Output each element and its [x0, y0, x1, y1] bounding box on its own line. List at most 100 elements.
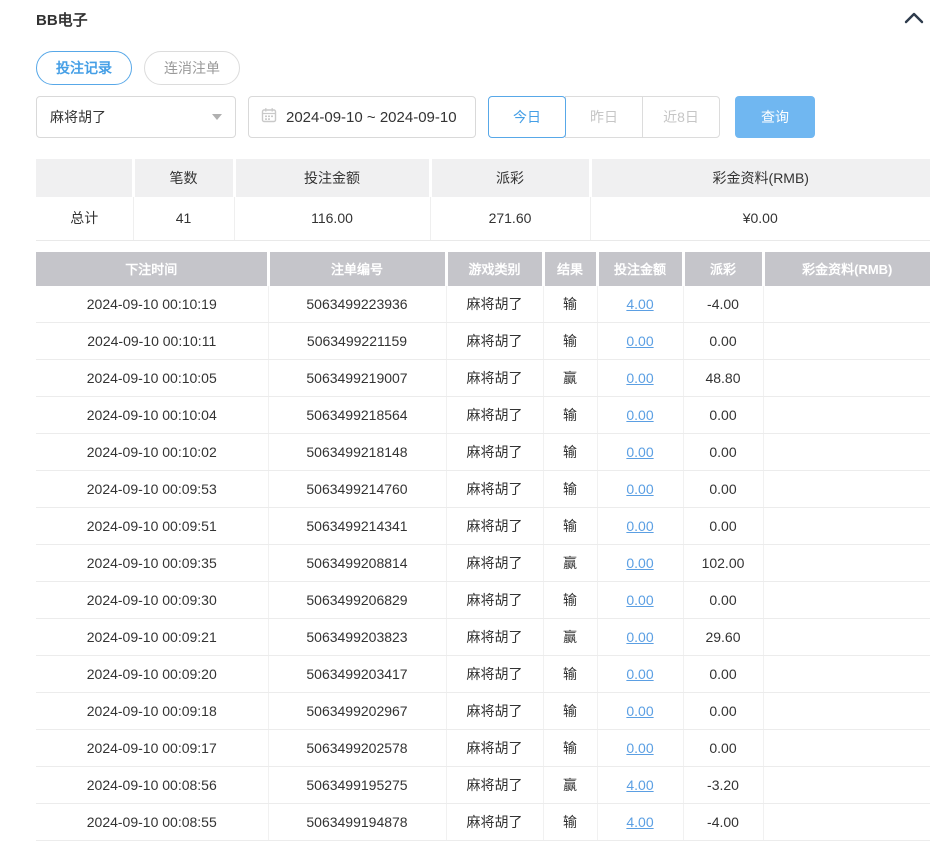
- bet-time-cell: 2024-09-10 00:08:56: [36, 767, 268, 804]
- summary-header-row: 笔数投注金额派彩彩金资料(RMB): [36, 159, 930, 197]
- bet-time-cell: 2024-09-10 00:08:55: [36, 804, 268, 841]
- quick-today-button[interactable]: 今日: [488, 96, 566, 138]
- result-cell: 输: [543, 693, 597, 730]
- detail-header-cell: 彩金资料(RMB): [763, 252, 930, 286]
- payout-cell: -3.20: [683, 767, 763, 804]
- table-row: 2024-09-10 00:09:18 5063499202967 麻将胡了 输…: [36, 693, 930, 730]
- collapse-panel-button[interactable]: [904, 12, 924, 27]
- bet-amount-cell: 0.00: [597, 360, 683, 397]
- result-cell: 赢: [543, 360, 597, 397]
- detail-header-row: 下注时间注单编号游戏类别结果投注金额派彩彩金资料(RMB): [36, 252, 930, 286]
- game-type-cell: 麻将胡了: [446, 656, 543, 693]
- table-row: 2024-09-10 00:10:04 5063499218564 麻将胡了 输…: [36, 397, 930, 434]
- result-cell: 输: [543, 804, 597, 841]
- game-type-cell: 麻将胡了: [446, 582, 543, 619]
- detail-header-cell: 注单编号: [268, 252, 446, 286]
- bet-time-cell: 2024-09-10 00:10:02: [36, 434, 268, 471]
- panel-header: BB电子: [36, 6, 930, 32]
- bonus-cell: [763, 582, 930, 619]
- tab-cancelled-orders[interactable]: 连消注单: [144, 51, 240, 85]
- game-select[interactable]: 麻将胡了: [36, 96, 236, 138]
- bonus-cell: [763, 286, 930, 323]
- date-range-input[interactable]: 2024-09-10 ~ 2024-09-10: [248, 96, 476, 138]
- bet-amount-link[interactable]: 0.00: [626, 444, 653, 460]
- summary-payout-cell: 271.60: [430, 197, 590, 240]
- bet-amount-cell: 4.00: [597, 286, 683, 323]
- game-type-cell: 麻将胡了: [446, 693, 543, 730]
- bonus-cell: [763, 471, 930, 508]
- bet-amount-cell: 0.00: [597, 508, 683, 545]
- result-cell: 赢: [543, 545, 597, 582]
- bet-amount-link[interactable]: 4.00: [626, 777, 653, 793]
- bonus-cell: [763, 656, 930, 693]
- order-id-cell: 5063499195275: [268, 767, 446, 804]
- search-button[interactable]: 查询: [735, 96, 815, 138]
- bet-time-cell: 2024-09-10 00:09:18: [36, 693, 268, 730]
- bet-amount-link[interactable]: 0.00: [626, 592, 653, 608]
- bet-amount-cell: 0.00: [597, 545, 683, 582]
- order-id-cell: 5063499203417: [268, 656, 446, 693]
- bonus-cell: [763, 397, 930, 434]
- detail-header-cell: 投注金额: [597, 252, 683, 286]
- bet-amount-link[interactable]: 0.00: [626, 666, 653, 682]
- order-id-cell: 5063499202578: [268, 730, 446, 767]
- order-id-cell: 5063499194878: [268, 804, 446, 841]
- bonus-cell: [763, 619, 930, 656]
- table-row: 2024-09-10 00:09:51 5063499214341 麻将胡了 输…: [36, 508, 930, 545]
- order-id-cell: 5063499203823: [268, 619, 446, 656]
- game-select-value: 麻将胡了: [50, 107, 106, 127]
- payout-cell: 0.00: [683, 471, 763, 508]
- calendar-icon: [261, 107, 277, 127]
- table-row: 2024-09-10 00:09:30 5063499206829 麻将胡了 输…: [36, 582, 930, 619]
- bet-amount-cell: 0.00: [597, 397, 683, 434]
- summary-count-cell: 41: [133, 197, 234, 240]
- table-row: 2024-09-10 00:09:21 5063499203823 麻将胡了 赢…: [36, 619, 930, 656]
- tab-bet-records[interactable]: 投注记录: [36, 51, 132, 85]
- summary-bonus-cell: ¥0.00: [590, 197, 930, 240]
- bet-amount-link[interactable]: 0.00: [626, 481, 653, 497]
- bet-amount-cell: 0.00: [597, 693, 683, 730]
- result-cell: 输: [543, 508, 597, 545]
- bet-amount-link[interactable]: 0.00: [626, 370, 653, 386]
- bet-amount-link[interactable]: 0.00: [626, 333, 653, 349]
- bonus-cell: [763, 693, 930, 730]
- game-type-cell: 麻将胡了: [446, 397, 543, 434]
- order-id-cell: 5063499218564: [268, 397, 446, 434]
- payout-cell: 48.80: [683, 360, 763, 397]
- bet-time-cell: 2024-09-10 00:09:53: [36, 471, 268, 508]
- summary-total-row: 总计 41 116.00 271.60 ¥0.00: [36, 197, 930, 240]
- summary-header-cell: 笔数: [133, 159, 234, 197]
- bet-amount-cell: 0.00: [597, 582, 683, 619]
- bet-amount-link[interactable]: 0.00: [626, 703, 653, 719]
- bet-amount-link[interactable]: 0.00: [626, 740, 653, 756]
- record-tabs: 投注记录 连消注单: [36, 51, 941, 85]
- payout-cell: 0.00: [683, 730, 763, 767]
- bonus-cell: [763, 767, 930, 804]
- game-type-cell: 麻将胡了: [446, 545, 543, 582]
- bet-amount-link[interactable]: 0.00: [626, 518, 653, 534]
- table-row: 2024-09-10 00:10:02 5063499218148 麻将胡了 输…: [36, 434, 930, 471]
- bet-time-cell: 2024-09-10 00:09:51: [36, 508, 268, 545]
- bet-amount-cell: 0.00: [597, 323, 683, 360]
- game-type-cell: 麻将胡了: [446, 471, 543, 508]
- bet-amount-link[interactable]: 0.00: [626, 407, 653, 423]
- game-type-cell: 麻将胡了: [446, 286, 543, 323]
- quick-yesterday-button[interactable]: 昨日: [565, 96, 643, 138]
- quick-last8days-button[interactable]: 近8日: [642, 96, 720, 138]
- order-id-cell: 5063499218148: [268, 434, 446, 471]
- bet-amount-link[interactable]: 0.00: [626, 629, 653, 645]
- bet-amount-link[interactable]: 4.00: [626, 296, 653, 312]
- result-cell: 输: [543, 730, 597, 767]
- bet-time-cell: 2024-09-10 00:09:21: [36, 619, 268, 656]
- bet-time-cell: 2024-09-10 00:09:17: [36, 730, 268, 767]
- bet-amount-link[interactable]: 4.00: [626, 814, 653, 830]
- bet-time-cell: 2024-09-10 00:09:20: [36, 656, 268, 693]
- bet-amount-cell: 0.00: [597, 619, 683, 656]
- quick-date-buttons: 今日 昨日 近8日: [488, 96, 720, 138]
- table-row: 2024-09-10 00:08:55 5063499194878 麻将胡了 输…: [36, 804, 930, 841]
- bonus-cell: [763, 360, 930, 397]
- result-cell: 输: [543, 286, 597, 323]
- bet-amount-cell: 4.00: [597, 804, 683, 841]
- bet-amount-link[interactable]: 0.00: [626, 555, 653, 571]
- game-type-cell: 麻将胡了: [446, 767, 543, 804]
